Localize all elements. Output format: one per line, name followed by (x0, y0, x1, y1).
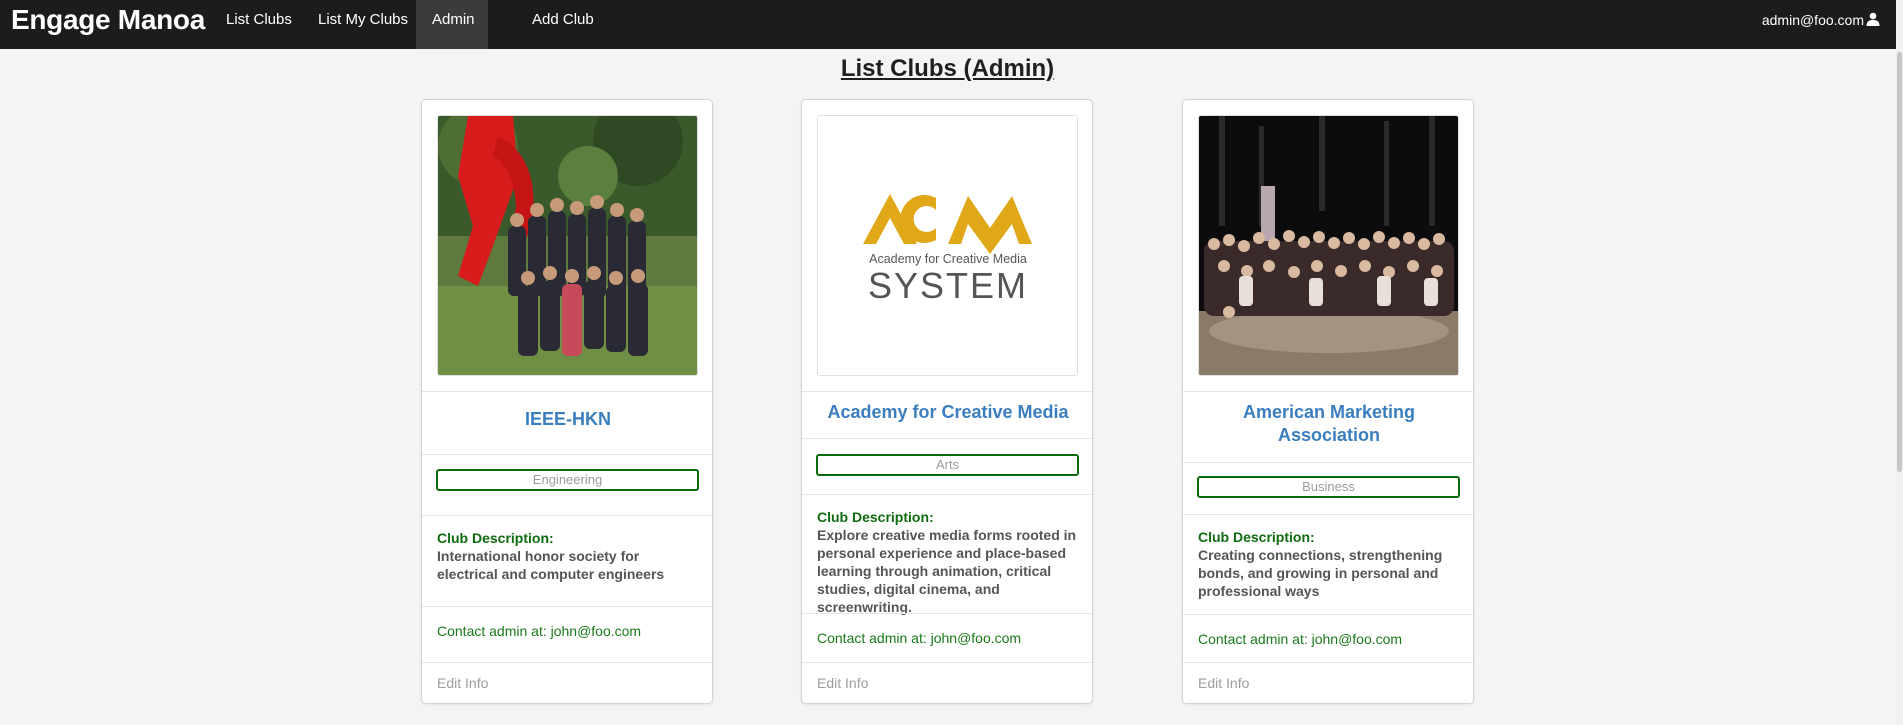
edit-info-link[interactable]: Edit Info (817, 675, 868, 691)
club-image (437, 115, 698, 376)
top-navbar: Engage Manoa List Clubs List My Clubs Ad… (0, 0, 1903, 49)
divider (1183, 514, 1473, 515)
logo-text-bottom: SYSTEM (868, 265, 1028, 306)
edit-info-link[interactable]: Edit Info (437, 675, 488, 691)
divider (1183, 662, 1473, 663)
club-card: American Marketing Association Business … (1182, 99, 1474, 704)
description-text: Explore creative media forms rooted in p… (817, 527, 1077, 615)
nav-add-club[interactable]: Add Club (516, 0, 610, 49)
divider (422, 515, 712, 516)
divider (422, 662, 712, 663)
description-text: International honor society for electric… (437, 548, 665, 582)
divider (422, 606, 712, 607)
contact-info: Contact admin at: john@foo.com (1198, 631, 1403, 647)
contact-info: Contact admin at: john@foo.com (437, 623, 642, 639)
page-title: List Clubs (Admin) (840, 55, 1055, 82)
logo-text-top: Academy for Creative Media (869, 252, 1027, 266)
club-card: IEEE-HKN Engineering Club Description: I… (421, 99, 713, 704)
divider (422, 454, 712, 455)
divider (422, 391, 712, 392)
divider (1183, 462, 1473, 463)
user-icon (1866, 12, 1880, 26)
description-label: Club Description: (1198, 529, 1315, 545)
nav-list-clubs[interactable]: List Clubs (210, 0, 308, 49)
brand-title[interactable]: Engage Manoa (11, 0, 205, 40)
acm-logo: Academy for Creative Media SYSTEM (818, 116, 1077, 375)
group-photo-night (1199, 116, 1458, 375)
club-image (1198, 115, 1459, 376)
category-tag: Engineering (436, 469, 699, 491)
divider (802, 438, 1092, 439)
club-card: Academy for Creative Media SYSTEM Academ… (801, 99, 1093, 704)
divider (802, 613, 1092, 614)
description-label: Club Description: (817, 509, 934, 525)
page-scrollbar[interactable] (1896, 0, 1903, 725)
category-tag: Business (1197, 476, 1460, 498)
category-tag: Arts (816, 454, 1079, 476)
club-image: Academy for Creative Media SYSTEM (817, 115, 1078, 376)
scrollbar-thumb[interactable] (1897, 52, 1902, 472)
divider (802, 494, 1092, 495)
user-email: admin@foo.com (1761, 12, 1864, 28)
club-title[interactable]: Academy for Creative Media (817, 401, 1079, 424)
divider (802, 391, 1092, 392)
description-label: Club Description: (437, 530, 554, 546)
divider (1183, 614, 1473, 615)
divider (802, 662, 1092, 663)
divider (1183, 391, 1473, 392)
nav-list-my-clubs[interactable]: List My Clubs (302, 0, 424, 49)
edit-info-link[interactable]: Edit Info (1198, 675, 1249, 691)
club-title[interactable]: American Marketing Association (1198, 401, 1460, 447)
group-photo-red-sculpture (438, 116, 697, 375)
description-text: Creating connections, strengthening bond… (1198, 547, 1443, 599)
club-title[interactable]: IEEE-HKN (437, 408, 699, 431)
nav-admin[interactable]: Admin (416, 0, 488, 49)
user-menu[interactable]: admin@foo.com (1762, 0, 1880, 40)
contact-info: Contact admin at: john@foo.com (817, 630, 1022, 646)
